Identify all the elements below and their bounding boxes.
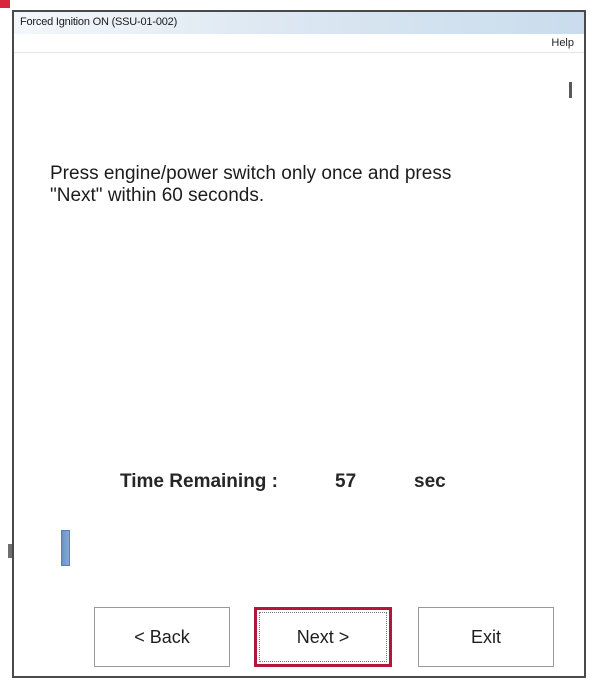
exit-button[interactable]: Exit <box>418 607 554 667</box>
time-remaining-unit: sec <box>414 471 446 492</box>
page: Forced Ignition ON (SSU-01-002) Help Pre… <box>0 0 602 687</box>
back-button[interactable]: < Back <box>94 607 230 667</box>
edge-mark-right <box>569 82 572 98</box>
window-title: Forced Ignition ON (SSU-01-002) <box>20 16 178 28</box>
next-button[interactable]: Next > <box>254 607 392 667</box>
corner-mark <box>0 0 10 8</box>
time-remaining-label: Time Remaining : <box>120 471 279 492</box>
progress-fill <box>61 530 70 566</box>
instruction-text: Press engine/power switch only once and … <box>50 163 452 206</box>
time-remaining-value: 57 <box>335 471 357 492</box>
help-menu[interactable]: Help <box>551 37 574 49</box>
menu-bar: Help <box>14 34 584 53</box>
progress-bar <box>61 530 557 566</box>
dialog-window: Forced Ignition ON (SSU-01-002) Help Pre… <box>12 10 586 678</box>
title-bar: Forced Ignition ON (SSU-01-002) <box>14 12 584 35</box>
